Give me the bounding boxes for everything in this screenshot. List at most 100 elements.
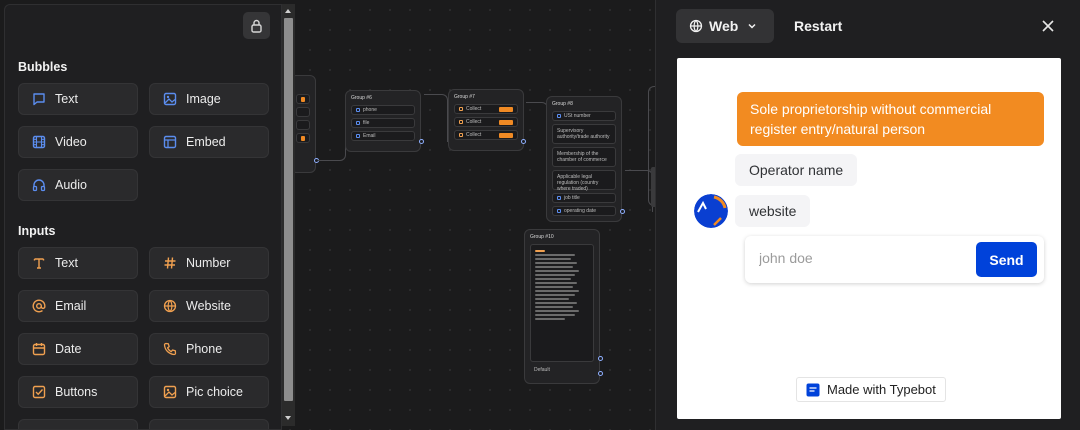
block-label: phone: [363, 107, 377, 113]
scroll-down-arrow[interactable]: [285, 416, 291, 420]
output-port[interactable]: [598, 371, 603, 376]
group-node[interactable]: Group #6 phone file Email: [345, 90, 421, 152]
input-icon: [356, 134, 360, 138]
block-label: Supervisory authority/trade authority: [557, 128, 610, 140]
block-card-text-input[interactable]: Text: [18, 247, 138, 279]
block-card-image-bubble[interactable]: Image: [149, 83, 269, 115]
hash-icon: [164, 257, 176, 269]
text-line: [535, 258, 571, 260]
block-card-label: Embed: [186, 135, 226, 149]
block-card-email-input[interactable]: Email: [18, 290, 138, 322]
block-card-partial[interactable]: [18, 419, 138, 429]
input-icon: [459, 107, 463, 111]
film-icon: [32, 135, 46, 149]
close-icon: [1042, 20, 1054, 32]
block-card-phone-input[interactable]: Phone: [149, 333, 269, 365]
text-line: [535, 298, 569, 300]
group-block: [296, 120, 310, 130]
text-line: [535, 294, 575, 296]
text-line: [535, 282, 577, 284]
variable-tag: [301, 135, 305, 141]
group-node[interactable]: Group #7 Collect Collect Collect: [448, 89, 524, 151]
input-icon: [356, 108, 360, 112]
block-card-buttons-input[interactable]: Buttons: [18, 376, 138, 408]
block-label: Email: [363, 133, 376, 139]
image-icon: [163, 92, 177, 106]
block-label: USt number: [564, 113, 591, 119]
variable-tag: [499, 132, 513, 138]
scroll-thumb[interactable]: [284, 18, 293, 401]
block-label: Collect: [466, 119, 482, 125]
text-line: [535, 270, 579, 272]
block-card-video-bubble[interactable]: Video: [18, 126, 138, 158]
group-title: Group #8: [552, 101, 573, 107]
lock-sidebar-button[interactable]: [243, 12, 270, 39]
globe-icon: [163, 299, 177, 313]
block-card-label: Text: [55, 92, 78, 106]
block-card-label: Pic choice: [186, 385, 243, 399]
headphones-icon: [32, 179, 46, 192]
chevron-down-icon: [748, 23, 756, 29]
text-line: [535, 318, 565, 320]
sidebar-scrollbar[interactable]: [282, 4, 295, 426]
text-line: [535, 250, 545, 252]
text-line: [535, 254, 575, 256]
connector-edge: [318, 95, 346, 161]
input-icon: [557, 209, 561, 213]
output-port[interactable]: [598, 356, 603, 361]
block-card-label: Audio: [55, 178, 87, 192]
variable-tag: [301, 96, 305, 102]
text-line: [535, 278, 571, 280]
section-title-bubbles: Bubbles: [18, 60, 68, 74]
block-card-website-input[interactable]: Website: [149, 290, 269, 322]
group-block: Collect: [454, 104, 518, 114]
group-block: Email: [351, 131, 415, 141]
block-card-number-input[interactable]: Number: [149, 247, 269, 279]
text-line: [535, 266, 573, 268]
section-title-inputs: Inputs: [18, 224, 56, 238]
group-block: [296, 107, 310, 117]
send-button[interactable]: Send: [976, 242, 1037, 277]
name-input[interactable]: [759, 250, 959, 266]
globe-icon: [689, 19, 703, 33]
group-block: Supervisory authority/trade authority: [552, 124, 616, 144]
text-line: [535, 310, 579, 312]
made-with-typebot-badge[interactable]: Made with Typebot: [796, 377, 946, 402]
bot-avatar: [694, 194, 728, 228]
group-node[interactable]: Group #10 Default: [524, 229, 600, 384]
block-label: Membership of the chamber of commerce: [557, 151, 607, 163]
block-card-partial[interactable]: [149, 419, 269, 429]
restart-button[interactable]: Restart: [794, 18, 842, 34]
block-card-embed-bubble[interactable]: Embed: [149, 126, 269, 158]
group-block: file: [351, 118, 415, 128]
block-card-date-input[interactable]: Date: [18, 333, 138, 365]
text-line: [535, 274, 575, 276]
calendar-icon: [32, 343, 46, 356]
group-node[interactable]: Group #8 USt number Supervisory authorit…: [546, 96, 622, 222]
block-card-text-bubble[interactable]: Text: [18, 83, 138, 115]
block-card-audio-bubble[interactable]: Audio: [18, 169, 138, 201]
variable-tag: [499, 106, 513, 112]
text-line: [535, 262, 577, 264]
group-block: job title: [552, 193, 616, 203]
block-card-pic-choice-input[interactable]: Pic choice: [149, 376, 269, 408]
group-block: Applicable legal regulation (country whe…: [552, 170, 616, 192]
group-title: Group #7: [454, 94, 475, 100]
group-block: [296, 94, 310, 104]
group-block: Membership of the chamber of commerce: [552, 147, 616, 167]
phone-icon: [163, 342, 177, 356]
block-card-label: Image: [186, 92, 221, 106]
user-message-bubble: Sole proprietorship without commercial r…: [737, 92, 1044, 146]
scroll-up-arrow[interactable]: [285, 9, 291, 13]
typebot-avatar-icon: [694, 194, 728, 228]
text-block: [530, 244, 594, 362]
text-line: [535, 314, 575, 316]
text-line: [535, 290, 579, 292]
group-block: Default: [530, 365, 594, 375]
checkbox-icon: [32, 385, 46, 399]
block-card-label: Date: [55, 342, 82, 356]
runtime-select-button[interactable]: Web: [676, 9, 774, 43]
lock-icon: [251, 19, 262, 33]
host-message-bubble: website: [735, 195, 811, 227]
close-preview-button[interactable]: [1040, 18, 1056, 34]
